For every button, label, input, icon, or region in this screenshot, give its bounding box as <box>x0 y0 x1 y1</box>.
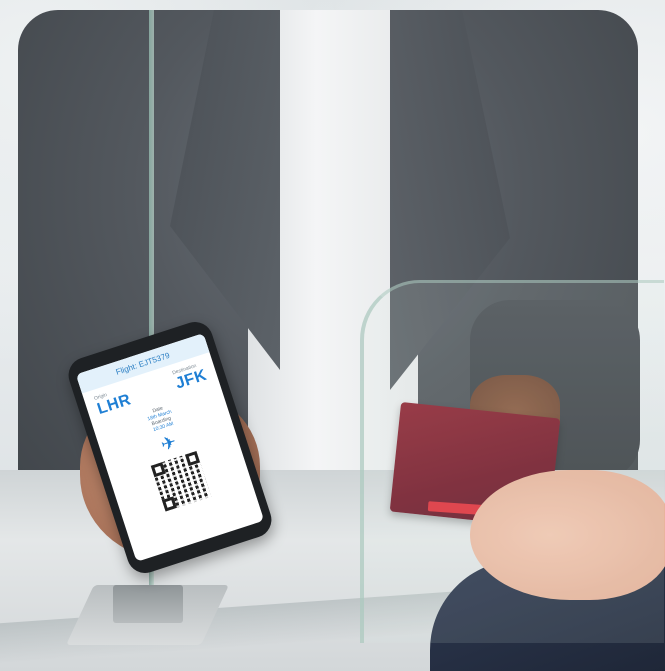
glass-partition-right <box>360 280 664 643</box>
destination: Destination JFK <box>172 361 210 394</box>
qr-finder-bottom-left <box>161 496 177 512</box>
qr-finder-top-left <box>150 462 166 478</box>
photo-scene: Flight: EJT5379 Origin LHR Destination J… <box>0 0 665 671</box>
glass-stand-clamp <box>113 585 183 623</box>
qr-code-icon <box>150 451 212 512</box>
qr-finder-top-right <box>184 451 201 467</box>
origin: Origin LHR <box>93 386 133 419</box>
